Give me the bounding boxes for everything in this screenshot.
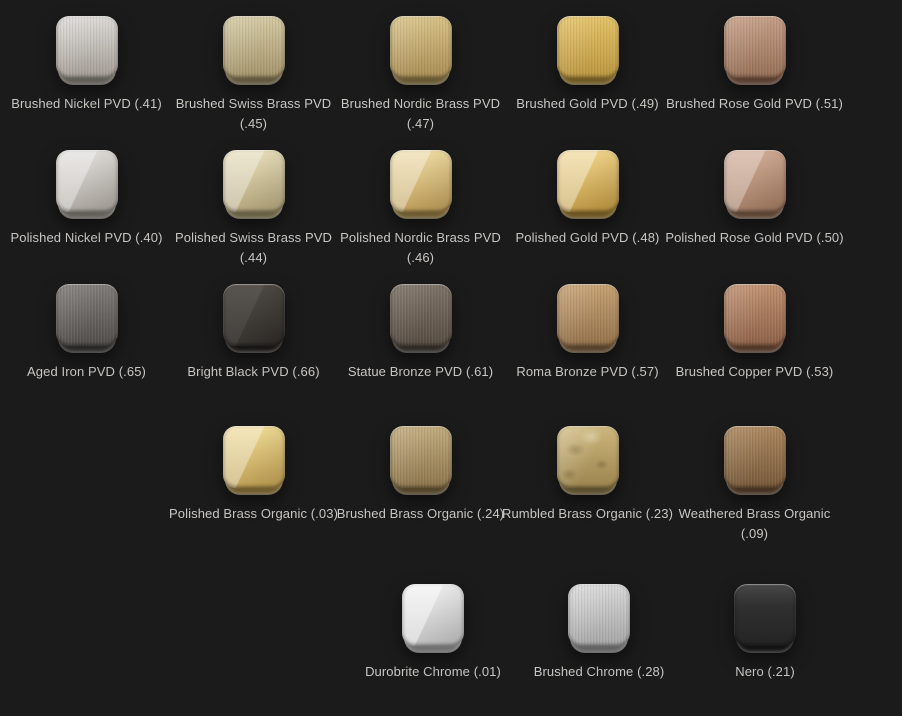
swatch-top-face — [557, 16, 619, 78]
finish-label: Brushed Swiss Brass PVD(.45) — [176, 94, 331, 134]
finish-cell: Roma Bronze PVD (.57) — [504, 284, 671, 402]
finish-row: Brushed Nickel PVD (.41) Brushed Swiss B… — [0, 16, 902, 134]
swatch-top-face — [223, 150, 285, 212]
finish-row: Durobrite Chrome (.01) Brushed Chrome (.… — [0, 584, 902, 702]
finish-swatch[interactable] — [390, 426, 452, 488]
finish-label: Polished Nickel PVD (.40) — [10, 228, 162, 268]
finish-label: Brushed Brass Organic (.24) — [337, 504, 504, 544]
finish-swatch[interactable] — [223, 16, 285, 78]
finish-gallery: Brushed Nickel PVD (.41) Brushed Swiss B… — [0, 16, 902, 702]
finish-cell: Polished Swiss Brass PVD(.44) — [170, 150, 337, 268]
finish-row: Polished Nickel PVD (.40) Polished Swiss… — [0, 150, 902, 268]
finish-swatch[interactable] — [390, 16, 452, 78]
finish-cell: Aged Iron PVD (.65) — [3, 284, 170, 402]
finish-cell: Bright Black PVD (.66) — [170, 284, 337, 402]
swatch-top-face — [557, 284, 619, 346]
finish-label: Brushed Copper PVD (.53) — [676, 362, 834, 402]
swatch-top-face — [56, 150, 118, 212]
finish-label: Polished Swiss Brass PVD(.44) — [175, 228, 332, 268]
swatch-top-face — [557, 150, 619, 212]
finish-cell: Brushed Nickel PVD (.41) — [3, 16, 170, 134]
swatch-top-face — [223, 16, 285, 78]
finish-swatch[interactable] — [223, 426, 285, 488]
finish-row: Aged Iron PVD (.65) Bright Black PVD (.6… — [0, 284, 902, 402]
swatch-top-face — [223, 284, 285, 346]
swatch-top-face — [390, 16, 452, 78]
finish-label: Brushed Chrome (.28) — [534, 662, 665, 702]
finish-label: Nero (.21) — [735, 662, 795, 702]
finish-cell: Brushed Rose Gold PVD (.51) — [671, 16, 838, 134]
finish-label: Polished Brass Organic (.03) — [169, 504, 338, 544]
swatch-top-face — [724, 284, 786, 346]
swatch-top-face — [390, 284, 452, 346]
finish-cell: Polished Nordic Brass PVD(.46) — [337, 150, 504, 268]
finish-cell: Statue Bronze PVD (.61) — [337, 284, 504, 402]
swatch-top-face — [390, 426, 452, 488]
swatch-top-face — [402, 584, 464, 646]
swatch-top-face — [724, 426, 786, 488]
finish-cell: Nero (.21) — [682, 584, 848, 702]
finish-label: Brushed Nickel PVD (.41) — [11, 94, 162, 134]
finish-swatch[interactable] — [724, 150, 786, 212]
finish-label: Polished Nordic Brass PVD(.46) — [340, 228, 501, 268]
finish-swatch[interactable] — [56, 16, 118, 78]
finish-swatch[interactable] — [390, 284, 452, 346]
finish-cell: Polished Brass Organic (.03) — [170, 426, 337, 544]
finish-cell: Brushed Swiss Brass PVD(.45) — [170, 16, 337, 134]
finish-swatch[interactable] — [402, 584, 464, 646]
finish-swatch[interactable] — [557, 426, 619, 488]
finish-label: Roma Bronze PVD (.57) — [516, 362, 658, 402]
finish-swatch[interactable] — [56, 284, 118, 346]
finish-swatch[interactable] — [724, 284, 786, 346]
finish-swatch[interactable] — [557, 284, 619, 346]
finish-cell: Brushed Brass Organic (.24) — [337, 426, 504, 544]
finish-cell: Brushed Nordic Brass PVD(.47) — [337, 16, 504, 134]
finish-label: Bright Black PVD (.66) — [187, 362, 319, 402]
finish-label: Aged Iron PVD (.65) — [27, 362, 146, 402]
swatch-top-face — [56, 284, 118, 346]
finish-cell: Weathered Brass Organic(.09) — [671, 426, 838, 544]
swatch-top-face — [223, 426, 285, 488]
finish-cell: Polished Gold PVD (.48) — [504, 150, 671, 268]
finish-grid: Brushed Nickel PVD (.41) Brushed Swiss B… — [0, 16, 902, 702]
swatch-top-face — [724, 150, 786, 212]
finish-label: Brushed Gold PVD (.49) — [516, 94, 658, 134]
swatch-top-face — [724, 16, 786, 78]
finish-row: Polished Brass Organic (.03) Brushed Bra… — [0, 426, 902, 544]
finish-label: Polished Gold PVD (.48) — [516, 228, 660, 268]
finish-label: Brushed Nordic Brass PVD(.47) — [341, 94, 500, 134]
finish-swatch[interactable] — [557, 150, 619, 212]
finish-label: Weathered Brass Organic(.09) — [679, 504, 831, 544]
swatch-top-face — [734, 584, 796, 646]
finish-swatch[interactable] — [223, 150, 285, 212]
finish-cell: Brushed Gold PVD (.49) — [504, 16, 671, 134]
finish-cell: Brushed Chrome (.28) — [516, 584, 682, 702]
finish-swatch[interactable] — [390, 150, 452, 212]
finish-swatch[interactable] — [734, 584, 796, 646]
finish-swatch[interactable] — [223, 284, 285, 346]
swatch-top-face — [568, 584, 630, 646]
finish-swatch[interactable] — [557, 16, 619, 78]
finish-cell: Polished Nickel PVD (.40) — [3, 150, 170, 268]
finish-cell: Polished Rose Gold PVD (.50) — [671, 150, 838, 268]
finish-label: Statue Bronze PVD (.61) — [348, 362, 493, 402]
swatch-top-face — [56, 16, 118, 78]
finish-swatch[interactable] — [724, 426, 786, 488]
finish-cell: Brushed Copper PVD (.53) — [671, 284, 838, 402]
finish-swatch[interactable] — [56, 150, 118, 212]
finish-swatch[interactable] — [724, 16, 786, 78]
finish-swatch[interactable] — [568, 584, 630, 646]
finish-label: Durobrite Chrome (.01) — [365, 662, 501, 702]
finish-label: Rumbled Brass Organic (.23) — [502, 504, 673, 544]
swatch-top-face — [557, 426, 619, 488]
finish-label: Brushed Rose Gold PVD (.51) — [666, 94, 843, 134]
swatch-top-face — [390, 150, 452, 212]
finish-label: Polished Rose Gold PVD (.50) — [665, 228, 843, 268]
finish-cell: Durobrite Chrome (.01) — [350, 584, 516, 702]
finish-cell: Rumbled Brass Organic (.23) — [504, 426, 671, 544]
